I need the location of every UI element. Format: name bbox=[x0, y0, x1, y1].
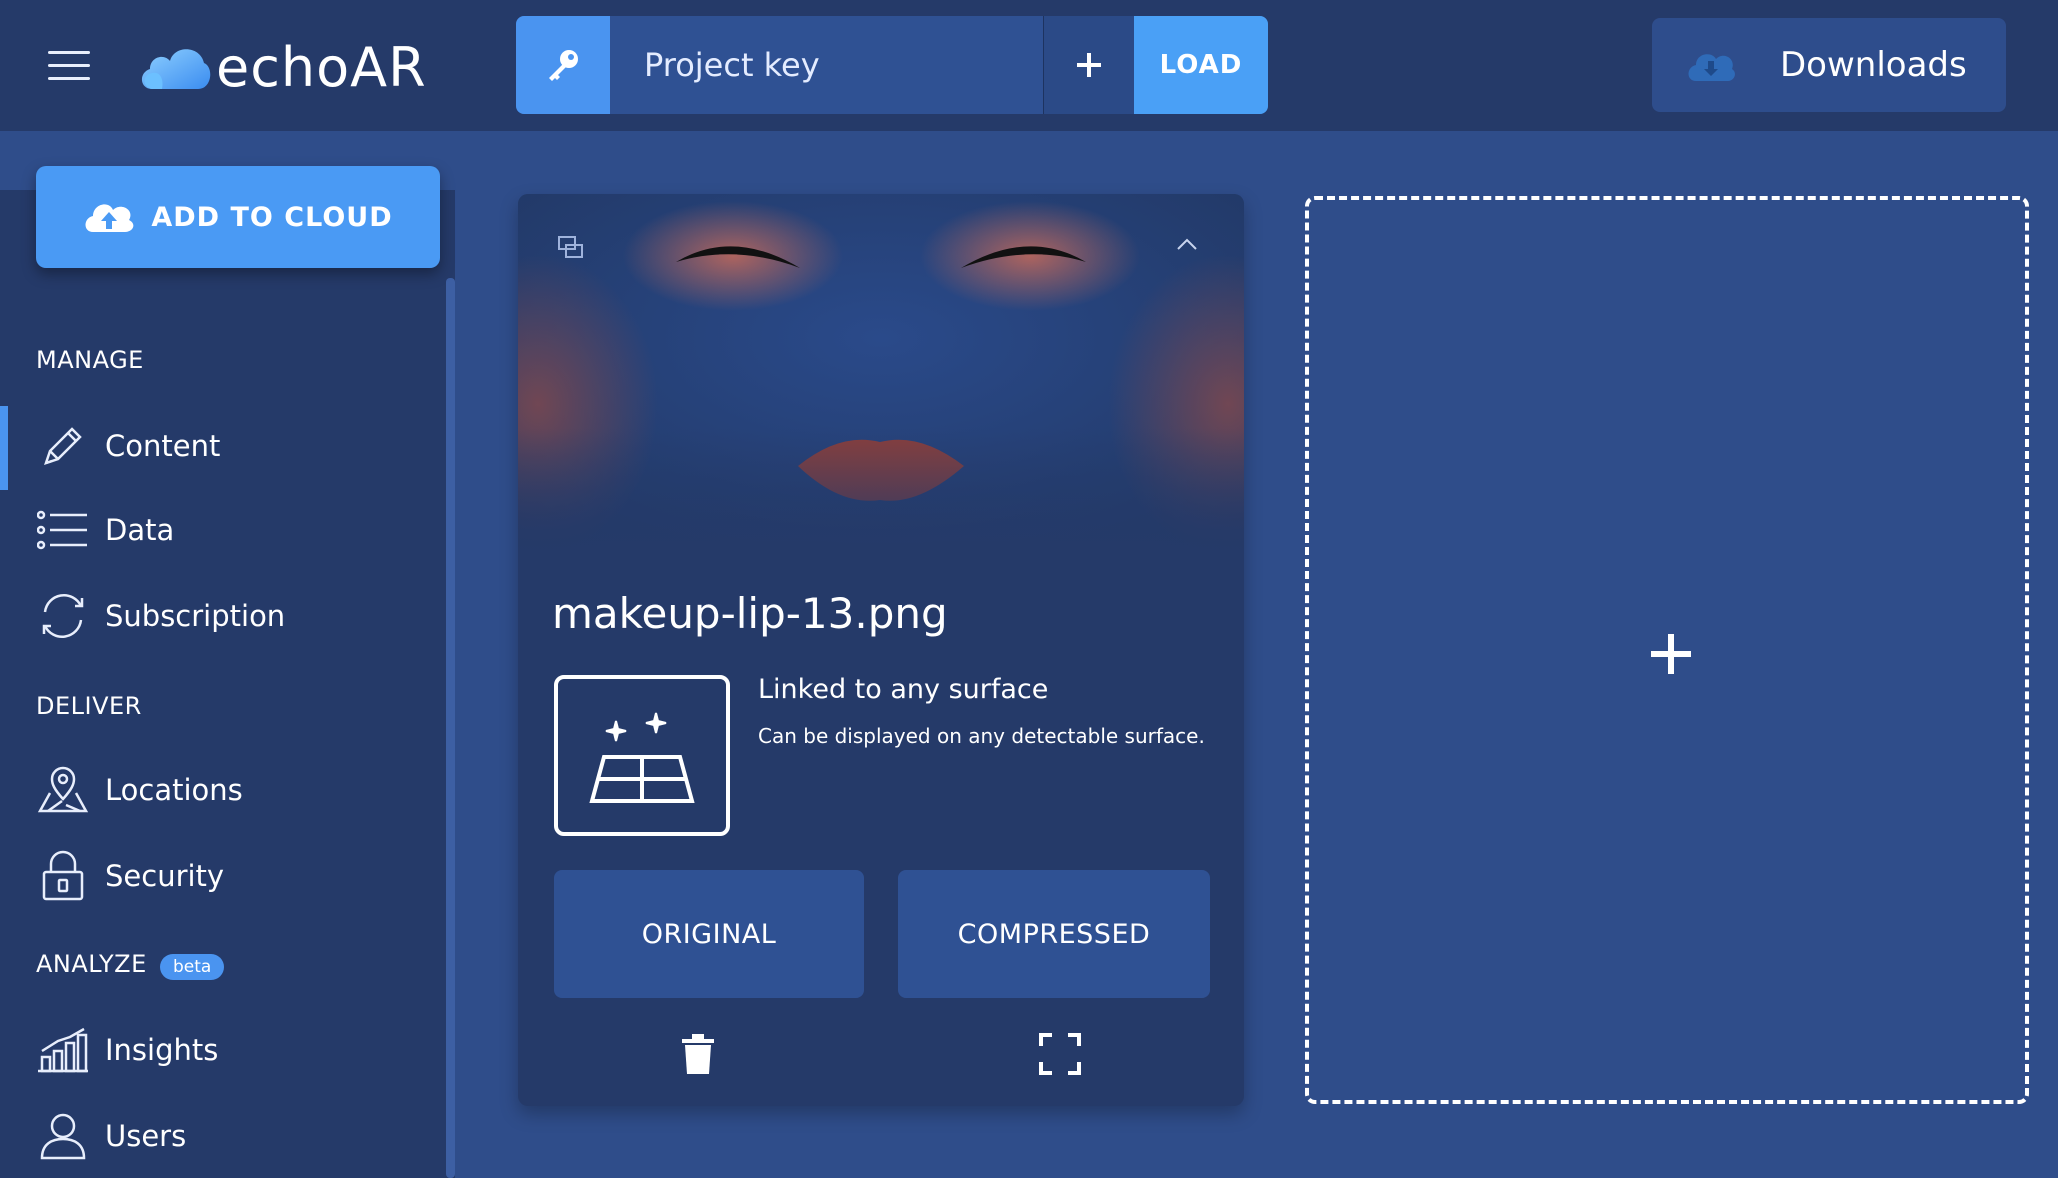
cloud-upload-icon bbox=[85, 204, 134, 232]
sidebar-item-security[interactable]: Security bbox=[0, 836, 446, 916]
picture-in-picture-icon[interactable] bbox=[558, 236, 584, 260]
section-analyze: ANALYZE bbox=[36, 950, 147, 978]
sidebar-scrollbar[interactable] bbox=[446, 278, 455, 1178]
sidebar-item-label: Content bbox=[105, 429, 221, 463]
sidebar-item-label: Locations bbox=[105, 773, 243, 807]
preview-image[interactable] bbox=[518, 194, 1244, 554]
section-deliver: DELIVER bbox=[36, 692, 142, 720]
sidebar-item-subscription[interactable]: Subscription bbox=[0, 576, 446, 656]
sidebar-item-label: Users bbox=[105, 1119, 187, 1153]
add-to-cloud-label: ADD TO CLOUD bbox=[151, 201, 393, 233]
trash-icon[interactable] bbox=[678, 1032, 718, 1076]
original-button[interactable]: ORIGINAL bbox=[554, 870, 864, 998]
beta-badge: beta bbox=[160, 954, 225, 980]
user-icon bbox=[36, 1109, 90, 1163]
hamburger-menu-icon[interactable] bbox=[48, 50, 90, 82]
add-to-cloud-button[interactable]: ADD TO CLOUD bbox=[36, 166, 440, 268]
sidebar-item-insights[interactable]: Insights bbox=[0, 1010, 446, 1090]
sidebar-item-label: Subscription bbox=[105, 599, 286, 633]
downloads-label: Downloads bbox=[1780, 45, 1967, 85]
map-pin-icon bbox=[36, 763, 90, 817]
card-title: makeup-lip-13.png bbox=[552, 589, 948, 638]
sidebar-item-content[interactable]: Content bbox=[0, 406, 446, 490]
refresh-icon bbox=[36, 589, 90, 643]
chevron-up-icon[interactable] bbox=[1176, 236, 1198, 252]
content-card: makeup-lip-13.png Linked to any surface … bbox=[518, 194, 1244, 1106]
pencil-icon bbox=[36, 419, 90, 473]
sidebar-item-locations[interactable]: Locations bbox=[0, 750, 446, 830]
surface-title: Linked to any surface bbox=[758, 674, 1049, 705]
project-key-input[interactable] bbox=[610, 16, 1044, 114]
downloads-button[interactable]: Downloads bbox=[1652, 18, 2006, 112]
project-key-group: LOAD bbox=[516, 16, 1268, 114]
surface-icon bbox=[554, 675, 730, 836]
lock-icon bbox=[36, 849, 90, 903]
add-key-plus-icon[interactable] bbox=[1044, 16, 1134, 114]
echoar-logo[interactable]: echoAR bbox=[138, 32, 427, 102]
compressed-button[interactable]: COMPRESSED bbox=[898, 870, 1210, 998]
logo-cloud-icon bbox=[141, 49, 211, 89]
bar-chart-icon bbox=[36, 1023, 90, 1077]
sidebar-item-label: Data bbox=[105, 513, 175, 547]
load-button[interactable]: LOAD bbox=[1134, 16, 1268, 114]
cloud-download-icon bbox=[1688, 54, 1735, 81]
list-icon bbox=[36, 503, 90, 557]
sidebar-item-users[interactable]: Users bbox=[0, 1096, 446, 1176]
fullscreen-icon[interactable] bbox=[1038, 1032, 1082, 1076]
sidebar-item-label: Security bbox=[105, 859, 225, 893]
surface-description: Can be displayed on any detectable surfa… bbox=[758, 724, 1205, 748]
add-content-dropzone[interactable] bbox=[1305, 196, 2029, 1104]
plus-icon bbox=[1651, 634, 1691, 674]
top-header: echoAR LOAD Downloads bbox=[0, 0, 2058, 131]
sidebar-item-label: Insights bbox=[105, 1033, 219, 1067]
logo-text: echoAR bbox=[216, 35, 427, 99]
section-manage: MANAGE bbox=[36, 346, 144, 374]
key-icon bbox=[516, 16, 610, 114]
sidebar-item-data[interactable]: Data bbox=[0, 490, 446, 570]
